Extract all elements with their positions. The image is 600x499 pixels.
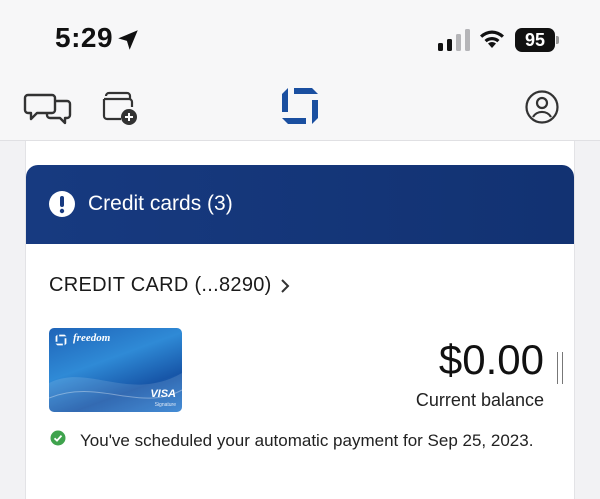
card-image[interactable]: freedom VISA Signature <box>49 328 182 412</box>
chevron-right-icon <box>280 278 290 293</box>
battery-icon: 95 <box>515 28 559 52</box>
wifi-icon <box>480 30 504 48</box>
drag-handle[interactable] <box>557 352 563 384</box>
cellular-signal-icon <box>438 29 470 51</box>
battery-cap <box>556 36 559 44</box>
chat-icon[interactable] <box>23 91 73 125</box>
location-arrow-icon <box>118 30 138 50</box>
current-balance-amount: $0.00 <box>438 336 544 383</box>
battery-level: 95 <box>515 28 555 52</box>
chase-logo-icon[interactable] <box>280 86 320 126</box>
account-label: CREDIT CARD (...8290) <box>49 274 272 296</box>
profile-icon[interactable] <box>524 89 560 125</box>
alert-title: Credit cards (3) <box>88 192 233 215</box>
card-brand: freedom <box>73 332 111 344</box>
autopay-message: You've scheduled your automatic payment … <box>80 431 534 450</box>
credit-cards-alert[interactable]: Credit cards (3) <box>26 165 574 244</box>
wallet-add-icon[interactable] <box>101 88 139 126</box>
current-balance-label: Current balance <box>415 390 544 410</box>
top-nav <box>0 78 600 141</box>
card-network: VISA <box>150 388 176 400</box>
status-bar: 5:29 95 <box>0 0 600 78</box>
check-circle-icon <box>50 430 66 446</box>
status-time: 5:29 <box>55 22 114 53</box>
card-chase-logo-icon <box>55 334 67 346</box>
credit-card-account-link[interactable]: CREDIT CARD (...8290) <box>49 274 290 297</box>
card-network-sub: Signature <box>154 402 176 408</box>
exclamation-icon <box>49 191 75 217</box>
